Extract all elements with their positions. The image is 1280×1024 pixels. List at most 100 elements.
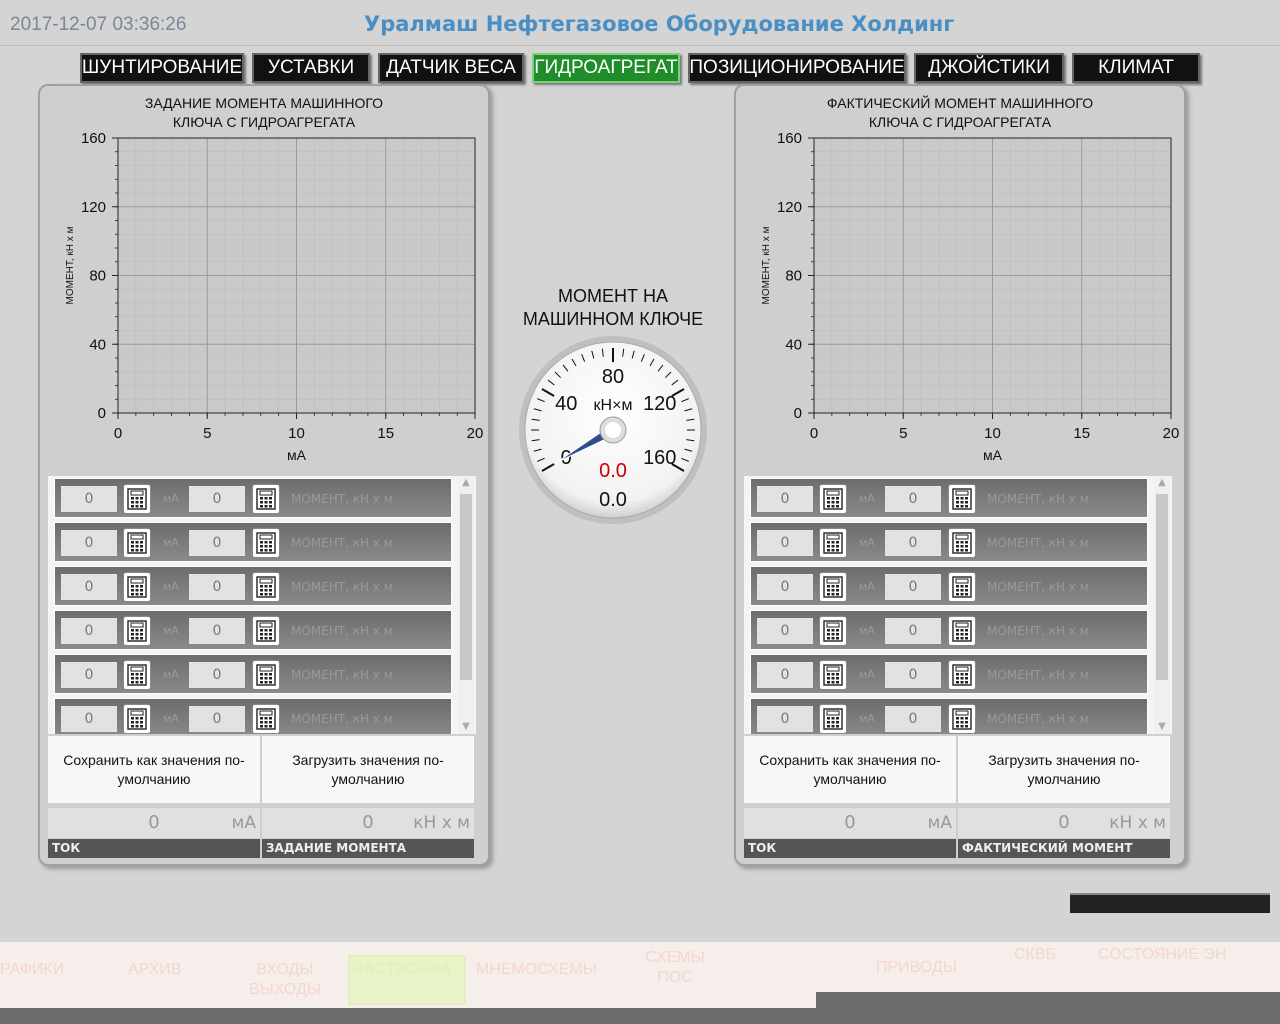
ma-value-field[interactable]: 0 xyxy=(61,662,117,688)
password-button[interactable] xyxy=(1070,893,1270,913)
calculator-icon[interactable] xyxy=(252,484,280,514)
y-tick-label: 120 xyxy=(81,199,106,216)
ma-value-field[interactable]: 0 xyxy=(61,618,117,644)
calculator-icon[interactable] xyxy=(123,528,151,558)
current-unit: мА xyxy=(927,813,952,833)
bottom-nav-io[interactable]: ВХОДЫ ВЫХОДЫ xyxy=(240,960,330,1000)
tab-weight-sensor[interactable]: ДАТЧИК ВЕСА xyxy=(378,53,524,83)
tab-positioning[interactable]: ПОЗИЦИОНИРОВАНИЕ xyxy=(688,53,906,83)
ma-value-field[interactable]: 0 xyxy=(757,618,813,644)
scroll-thumb[interactable] xyxy=(460,494,472,680)
moment-value-field[interactable]: 0 xyxy=(189,706,245,732)
scroll-thumb[interactable] xyxy=(1156,494,1168,680)
moment-unit-label: МОМЕНТ, кН х м xyxy=(987,668,1089,682)
calculator-icon[interactable] xyxy=(252,704,280,734)
tabs-divider xyxy=(0,45,1280,46)
ma-value-field[interactable]: 0 xyxy=(757,706,813,732)
tab-climate[interactable]: КЛИМАТ xyxy=(1072,53,1200,83)
ma-value-field[interactable]: 0 xyxy=(757,486,813,512)
calculator-icon[interactable] xyxy=(819,528,847,558)
left-chart: 0 5 10 15 20 0 40 80 120 160 мА МОМЕНТ, кН х м xyxy=(65,130,484,463)
calculator-icon[interactable] xyxy=(123,616,151,646)
calculator-icon[interactable] xyxy=(123,572,151,602)
bottom-nav-archive[interactable]: АРХИВ xyxy=(128,960,181,980)
x-tick-label: 20 xyxy=(1163,425,1180,442)
ma-value-field[interactable]: 0 xyxy=(757,530,813,556)
calculator-icon[interactable] xyxy=(948,484,976,514)
table-row: 0 мА 0 МОМЕНТ, кН х м xyxy=(54,478,452,518)
load-default-button[interactable]: Загрузить значения по-умолчанию xyxy=(958,736,1170,803)
ma-unit-label: мА xyxy=(859,712,875,725)
moment-value-field[interactable]: 0 xyxy=(189,574,245,600)
bottom-nav-pos-schemes[interactable]: СХЕМЫ ПОС xyxy=(640,948,710,988)
calculator-icon[interactable] xyxy=(948,704,976,734)
left-scrollbar[interactable]: ▲ ▼ xyxy=(458,476,474,734)
ma-value-field[interactable]: 0 xyxy=(61,574,117,600)
scroll-down-icon[interactable]: ▼ xyxy=(1154,720,1170,734)
moment-value-field[interactable]: 0 xyxy=(885,486,941,512)
moment-value-field[interactable]: 0 xyxy=(885,530,941,556)
moment-value-field[interactable]: 0 xyxy=(885,706,941,732)
bottom-nav-mnemonic[interactable]: МНЕМОСХЕМЫ xyxy=(476,960,597,980)
table-row: 0 мА 0 МОМЕНТ, кН х м xyxy=(54,522,452,562)
calculator-icon[interactable] xyxy=(948,528,976,558)
calculator-icon[interactable] xyxy=(819,616,847,646)
x-tick-label: 5 xyxy=(203,425,211,442)
calculator-icon[interactable] xyxy=(123,484,151,514)
table-row: 0 мА 0 МОМЕНТ, кН х м xyxy=(54,610,452,650)
save-default-button[interactable]: Сохранить как значения по-умолчанию xyxy=(744,736,956,803)
x-tick-label: 0 xyxy=(810,425,818,442)
left-panel: ЗАДАНИЕ МОМЕНТА МАШИННОГО КЛЮЧА С ГИДРОА… xyxy=(38,84,490,866)
calculator-icon[interactable] xyxy=(123,660,151,690)
moment-value-field[interactable]: 0 xyxy=(885,574,941,600)
tab-hydraulic-unit[interactable]: ГИДРОАГРЕГАТ xyxy=(532,53,680,83)
calculator-icon[interactable] xyxy=(252,616,280,646)
bottom-nav-drives[interactable]: ПРИВОДЫ xyxy=(876,958,957,978)
ma-value-field[interactable]: 0 xyxy=(61,530,117,556)
calculator-icon[interactable] xyxy=(948,572,976,602)
moment-unit-label: МОМЕНТ, кН х м xyxy=(291,492,393,506)
bottom-nav-graphs[interactable]: РАФИКИ xyxy=(0,960,64,980)
moment-value-field[interactable]: 0 xyxy=(189,618,245,644)
moment-value-field[interactable]: 0 xyxy=(885,662,941,688)
x-tick-label: 20 xyxy=(467,425,484,442)
calculator-icon[interactable] xyxy=(948,616,976,646)
right-scrollbar[interactable]: ▲ ▼ xyxy=(1154,476,1170,734)
moment-value-field[interactable]: 0 xyxy=(189,530,245,556)
calculator-icon[interactable] xyxy=(252,528,280,558)
scroll-up-icon[interactable]: ▲ xyxy=(458,476,474,490)
scroll-down-icon[interactable]: ▼ xyxy=(458,720,474,734)
calculator-icon[interactable] xyxy=(948,660,976,690)
bottom-nav-skvb[interactable]: СКВБ xyxy=(1014,945,1056,965)
bottom-nav-settings[interactable]: НАСТРОЙКА xyxy=(352,960,451,980)
ma-value-field[interactable]: 0 xyxy=(61,486,117,512)
y-axis-label: МОМЕНТ, кН х м xyxy=(65,226,76,304)
calculator-icon[interactable] xyxy=(819,484,847,514)
moment-unit-label: МОМЕНТ, кН х м xyxy=(291,668,393,682)
calculator-icon[interactable] xyxy=(819,660,847,690)
ma-unit-label: мА xyxy=(859,624,875,637)
right-table: 0 мА 0 МОМЕНТ, кН х м 0 мА 0 МОМЕНТ, кН х м 0 мА 0… xyxy=(744,476,1172,734)
ma-value-field[interactable]: 0 xyxy=(757,574,813,600)
calculator-icon[interactable] xyxy=(123,704,151,734)
save-default-button[interactable]: Сохранить как значения по-умолчанию xyxy=(48,736,260,803)
scroll-up-icon[interactable]: ▲ xyxy=(1154,476,1170,490)
moment-unit-label: МОМЕНТ, кН х м xyxy=(987,536,1089,550)
calculator-icon[interactable] xyxy=(819,704,847,734)
bottom-nav-state[interactable]: СОСТОЯНИЕ ЭН xyxy=(1098,945,1227,965)
load-default-button[interactable]: Загрузить значения по-умолчанию xyxy=(262,736,474,803)
calculator-icon[interactable] xyxy=(252,660,280,690)
tab-joysticks[interactable]: ДЖОЙСТИКИ xyxy=(914,53,1064,83)
calculator-icon[interactable] xyxy=(252,572,280,602)
tab-shunting[interactable]: ШУНТИРОВАНИЕ xyxy=(80,53,244,83)
tab-setpoints[interactable]: УСТАВКИ xyxy=(252,53,370,83)
moment-value-field[interactable]: 0 xyxy=(189,486,245,512)
ma-value-field[interactable]: 0 xyxy=(61,706,117,732)
ma-value-field[interactable]: 0 xyxy=(757,662,813,688)
table-row: 0 мА 0 МОМЕНТ, кН х м xyxy=(750,566,1148,606)
gauge-scale-label: 40 xyxy=(555,393,577,415)
moment-value-field[interactable]: 0 xyxy=(189,662,245,688)
moment-value-field[interactable]: 0 xyxy=(885,618,941,644)
moment-setpoint-readout: 0 кН х м ЗАДАНИЕ МОМЕНТА xyxy=(262,808,474,858)
calculator-icon[interactable] xyxy=(819,572,847,602)
